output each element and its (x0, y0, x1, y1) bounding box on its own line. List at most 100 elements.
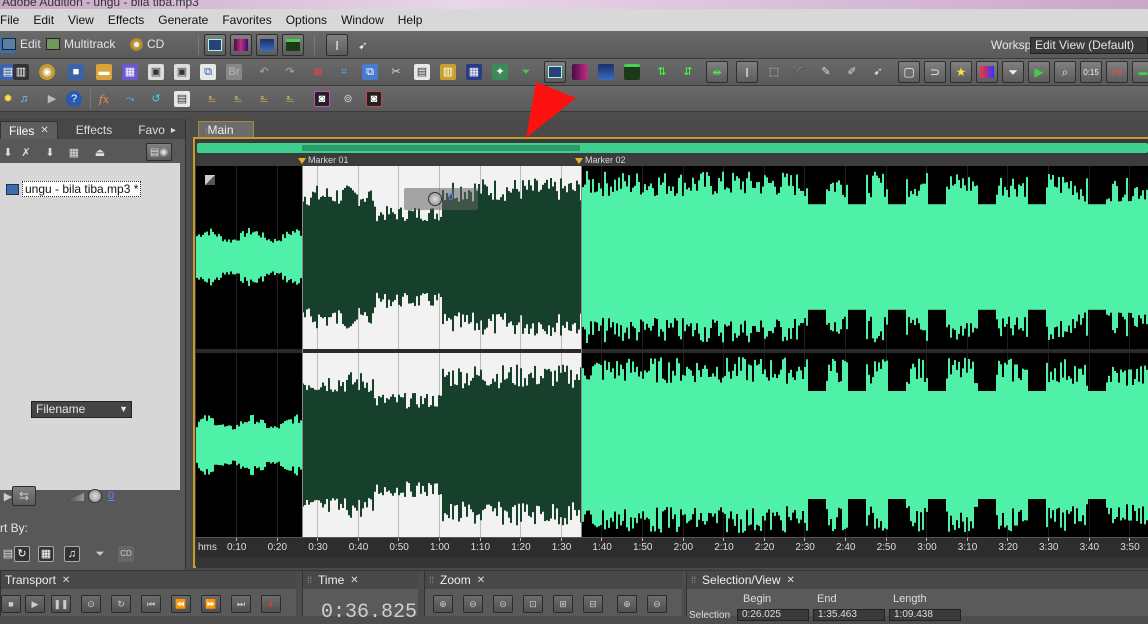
bridge-icon[interactable]: Br (226, 64, 242, 80)
copy-icon[interactable]: ⧉ (200, 64, 216, 80)
selection-end-field[interactable]: 1:35.463 (813, 609, 885, 621)
loop-preview-button[interactable]: ⇆ (12, 486, 36, 506)
close-icon[interactable]: ✕ (477, 575, 485, 586)
menu-generate[interactable]: Generate (151, 13, 215, 27)
play-button-toolbar[interactable]: ▶ (1028, 61, 1050, 83)
menu-help[interactable]: Help (391, 13, 430, 27)
phase-view-button[interactable] (282, 34, 304, 56)
time-ruler[interactable]: hms 0:10 0:20 0:30 0:40 0:50 1:00 1:10 1:20 1:30 1… (196, 537, 1148, 557)
panel-menu-icon[interactable]: ▸ (171, 125, 176, 136)
color-button[interactable] (976, 61, 998, 83)
rewind-button[interactable]: ⏪ (171, 595, 191, 613)
gain-knob[interactable] (428, 192, 442, 206)
play-from-cursor-button[interactable]: ⊙ (81, 595, 101, 613)
select-all-icon[interactable]: ⊠ (310, 64, 326, 80)
fade-in-icon[interactable]: ⎁ (230, 91, 246, 107)
tab-effects[interactable]: Effects (58, 121, 120, 139)
edit-mode-button[interactable]: Edit (0, 37, 41, 51)
copy-new-icon[interactable]: ⧉ (362, 64, 378, 80)
multitrack-mode-button[interactable]: Multitrack (46, 37, 115, 51)
close-icon[interactable]: ✕ (62, 575, 70, 586)
record-button[interactable]: ● (261, 595, 281, 613)
move-tool-icon[interactable]: ➹ (870, 64, 886, 80)
amplify-icon[interactable]: ⎁ (282, 91, 298, 107)
video-icon[interactable]: ◙ (314, 91, 330, 107)
heads-up-display[interactable]: 0 (404, 188, 478, 210)
amplitude-icon[interactable]: ♫ (16, 91, 32, 107)
filter-files-icon[interactable]: ⏷ (92, 546, 108, 562)
music-file-icon[interactable]: ♫ (64, 546, 80, 562)
cd-mode-button[interactable]: CD (130, 37, 164, 51)
undo-icon[interactable]: ↶ (256, 64, 272, 80)
zoom-out-full-button[interactable]: ⊝ (493, 595, 513, 613)
cd-import-icon[interactable]: ◉ (39, 64, 55, 80)
cdl-icon[interactable]: CD (118, 546, 134, 562)
spectral-view-button[interactable] (230, 34, 252, 56)
show-options-button[interactable]: ▤◉ (146, 143, 172, 161)
open-audio-icon[interactable]: ▥ (13, 64, 29, 80)
zoom-out-vertical-button[interactable]: ⊖ (647, 595, 667, 613)
volume-knob[interactable] (88, 489, 102, 503)
marker-01[interactable]: Marker 01 (298, 155, 349, 165)
zoom-in-amplitude-button[interactable]: ⊕ (433, 595, 453, 613)
marker-02[interactable]: Marker 02 (575, 155, 626, 165)
gain-value[interactable]: 0 (448, 192, 454, 203)
zoom-in-vertical-icon[interactable]: ⇅ (654, 64, 670, 80)
tab-files[interactable]: Files ✕ (0, 121, 58, 139)
fx-icon[interactable]: fx (96, 91, 112, 107)
play-button[interactable]: ▶ (25, 595, 45, 613)
selection-begin-field[interactable]: 0:26.025 (737, 609, 809, 621)
corner-resize-icon[interactable] (205, 175, 215, 185)
marquee-icon[interactable]: ⬚ (766, 64, 782, 80)
video-file-icon[interactable]: ▦ (38, 546, 54, 562)
pan-view-button[interactable] (256, 34, 278, 56)
normalize-icon[interactable]: ⎁ (204, 91, 220, 107)
insert-multitrack-icon[interactable]: ⬇ (42, 145, 58, 161)
record-icon[interactable]: ⊚ (340, 91, 356, 107)
waveform-display[interactable] (196, 166, 1148, 537)
menu-window[interactable]: Window (334, 13, 391, 27)
cut-icon[interactable]: ✂ (388, 64, 404, 80)
time-tool-button[interactable]: I (736, 61, 758, 83)
paste-icon[interactable]: ▤ (414, 64, 430, 80)
time-selection-tool-button[interactable]: I (326, 34, 348, 56)
zoom-left-edge-button[interactable]: ⊞ (553, 595, 573, 613)
loop-file-icon[interactable]: ↻ (14, 546, 30, 562)
close-icon[interactable]: ✕ (40, 125, 48, 136)
open-folder-icon[interactable]: ▬ (96, 64, 112, 80)
crop-icon[interactable]: ⌗ (336, 64, 352, 80)
analysis-icon[interactable]: ▤ (174, 91, 190, 107)
sun-icon[interactable]: ✹ (0, 91, 16, 107)
spot-healing-icon[interactable]: ✐ (844, 64, 860, 80)
monitor-icon[interactable]: ◙ (366, 91, 382, 107)
brush-icon[interactable]: ✎ (818, 64, 834, 80)
overview-visible-range[interactable] (302, 145, 580, 151)
time-display-button[interactable]: 0:15 (1080, 61, 1102, 83)
lasso-icon[interactable]: ➰ (792, 64, 808, 80)
stop-button[interactable]: ■ (1, 595, 21, 613)
paste-new-icon[interactable]: ▦ (466, 64, 482, 80)
marquee-tool-icon[interactable]: ➹ (355, 38, 371, 54)
zoom-button[interactable]: ⌕ (1054, 61, 1076, 83)
menu-favorites[interactable]: Favorites (215, 13, 278, 27)
menu-view[interactable]: View (61, 13, 101, 27)
bit-depth-button[interactable]: ▬ (1132, 61, 1148, 83)
funnel-button[interactable]: ⏷ (1002, 61, 1024, 83)
spectral-pan-icon[interactable] (598, 64, 614, 80)
go-to-start-button[interactable]: ⏮ (141, 595, 161, 613)
pause-button[interactable]: ❚❚ (51, 595, 71, 613)
menu-file[interactable]: File (0, 13, 26, 27)
menu-edit[interactable]: Edit (26, 13, 61, 27)
favorite-button[interactable]: ★ (950, 61, 972, 83)
tab-favorites[interactable]: Favo ▸ (120, 121, 184, 139)
zoom-out-amplitude-button[interactable]: ⊖ (463, 595, 483, 613)
zoom-out-vertical-icon[interactable]: ⇵ (680, 64, 696, 80)
horizontal-scrollbar[interactable] (196, 557, 1148, 568)
go-to-end-button[interactable]: ⏭ (231, 595, 251, 613)
menu-effects[interactable]: Effects (101, 13, 151, 27)
menu-options[interactable]: Options (279, 13, 334, 27)
mix-paste-icon[interactable]: ▥ (440, 64, 456, 80)
help-icon[interactable]: ? (66, 91, 82, 107)
fade-out-icon[interactable]: ⎁ (256, 91, 272, 107)
insert-icon[interactable]: ✦ (492, 64, 508, 80)
